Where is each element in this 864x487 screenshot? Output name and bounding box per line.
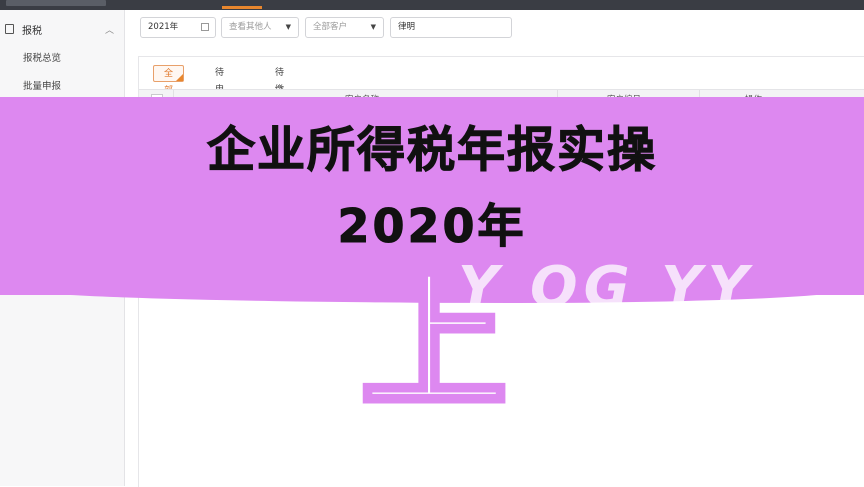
- sidebar-group-label: 报税: [22, 25, 42, 37]
- customers-placeholder: 全部客户: [313, 22, 348, 32]
- sidebar-item-batch-filing[interactable]: 批量申报: [23, 78, 61, 92]
- year-value: 2021年: [148, 22, 179, 32]
- tab-all[interactable]: 全部: [153, 65, 185, 96]
- active-nav-indicator: [222, 6, 262, 9]
- calendar-icon: [201, 23, 209, 31]
- others-placeholder: 查看其他人: [229, 22, 272, 32]
- app-logo: [6, 0, 106, 6]
- search-input[interactable]: 律明: [390, 17, 512, 38]
- search-value: 律明: [398, 22, 416, 32]
- video-title-line2: 2020年: [337, 199, 527, 254]
- sidebar-item-tax-overview[interactable]: 报税总览: [23, 50, 61, 64]
- active-corner-icon: [176, 74, 184, 81]
- top-bar: [0, 0, 864, 10]
- customers-select[interactable]: 全部客户 ▼: [305, 17, 384, 38]
- tab-pending-payment[interactable]: 待缴款: [275, 65, 284, 112]
- sidebar-group-tax[interactable]: 报税 ︿: [0, 18, 124, 40]
- video-title-line1: 企业所得税年报实操: [206, 122, 657, 179]
- document-icon: [5, 24, 14, 34]
- year-picker[interactable]: 2021年: [140, 17, 216, 38]
- tab-pending-filing[interactable]: 待申报: [215, 65, 224, 112]
- big-character-overlay: 上: [358, 257, 511, 429]
- chevron-up-icon[interactable]: ︿: [105, 23, 114, 36]
- caret-down-icon: ▼: [285, 23, 291, 31]
- others-select[interactable]: 查看其他人 ▼: [221, 17, 299, 38]
- caret-down-icon: ▼: [370, 23, 376, 31]
